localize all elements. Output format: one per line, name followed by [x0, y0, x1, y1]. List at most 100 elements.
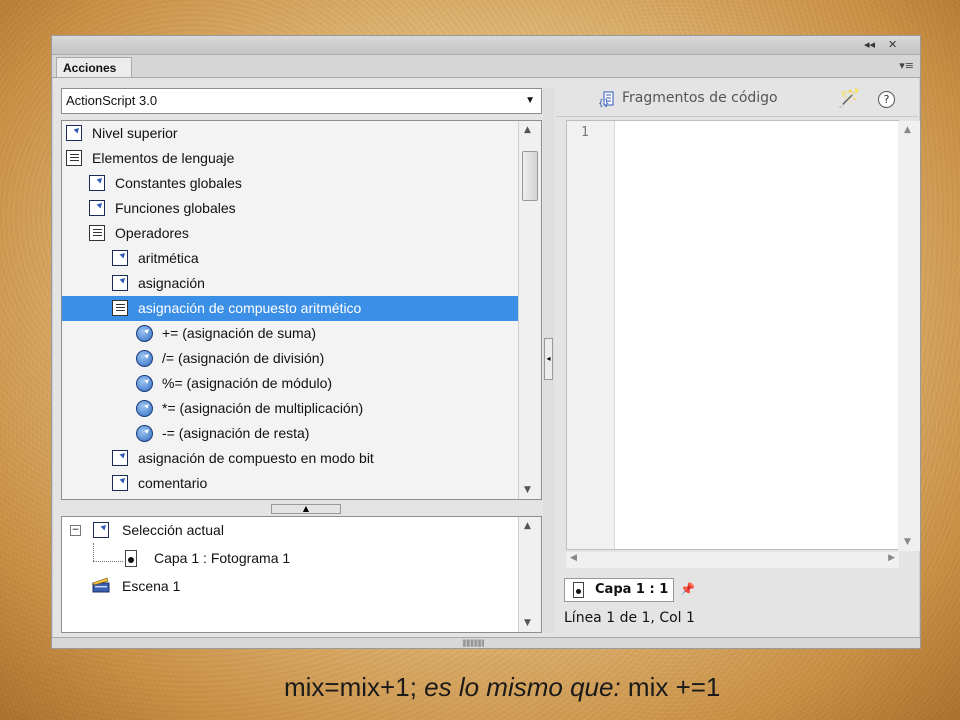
link-icon	[112, 275, 128, 291]
current-selection-label[interactable]: Selección actual	[122, 522, 224, 538]
caption-equivalence: es lo mismo que:	[424, 672, 621, 702]
panel-tab-row: Acciones ▾≡	[52, 55, 920, 78]
scene-label[interactable]: Escena 1	[122, 578, 180, 594]
actions-tree: comentario asignación de compuesto en mod…	[61, 120, 542, 500]
scroll-down-icon[interactable]: ▼	[524, 485, 531, 495]
language-select-value: ActionScript 3.0	[66, 93, 158, 108]
link-icon	[112, 475, 128, 491]
help-icon[interactable]: ?	[878, 91, 895, 108]
panel-resize-grip[interactable]: ||||||||||||||||	[52, 637, 920, 648]
scroll-left-icon[interactable]: ◀	[570, 553, 577, 563]
tree-item-label: Funciones globales	[115, 200, 236, 216]
link-icon	[89, 200, 105, 216]
tree-scrollbar[interactable]: ▲ ▼	[518, 121, 541, 499]
tree-item-label: -= (asignación de resta)	[162, 425, 310, 441]
tree-connector	[93, 543, 94, 561]
cursor-status: Línea 1 de 1, Col 1	[564, 610, 695, 626]
scene-clapper-icon	[92, 577, 110, 593]
tree-item[interactable]: *= (asignación de multiplicación)	[62, 396, 518, 421]
tree-item-label: Operadores	[115, 225, 189, 241]
tree-item-label: comentario	[138, 475, 208, 491]
collapse-icon[interactable]: ◂◂	[864, 38, 875, 52]
code-snippets-icon[interactable]: {}	[598, 91, 616, 109]
actions-toolbox: ActionScript 3.0 ▼ comentario asignación …	[61, 88, 542, 633]
tree-item[interactable]: aritmética	[62, 246, 518, 271]
pane-splitter-handle[interactable]: ▲	[271, 504, 341, 514]
book-icon	[112, 300, 128, 316]
language-select[interactable]: ActionScript 3.0 ▼	[61, 88, 542, 114]
dropdown-arrow-icon[interactable]: ▼	[525, 89, 535, 113]
script-status-area: Capa 1 : 1 📌 Línea 1 de 1, Col 1	[556, 574, 918, 633]
tree-item-label: %= (asignación de módulo)	[162, 375, 333, 391]
script-toolbar: {} Fragmentos de código 🪄 ?	[556, 82, 918, 117]
collapse-minus-icon[interactable]: −	[70, 525, 81, 536]
operator-icon	[136, 425, 153, 442]
link-icon	[112, 250, 128, 266]
actions-panel: ◂◂ ✕ Acciones ▾≡ ActionScript 3.0 ▼ come…	[51, 35, 921, 649]
operator-icon	[136, 375, 153, 392]
tree-item[interactable]: asignación	[62, 271, 518, 296]
line-number-gutter: 1	[567, 121, 615, 549]
collapse-toolbox-handle[interactable]: ◂	[544, 338, 553, 380]
code-tab-capa1[interactable]: Capa 1 : 1	[564, 578, 674, 602]
code-tab-label: Capa 1 : 1	[595, 582, 669, 597]
keyframe-icon	[573, 582, 584, 598]
line-number: 1	[581, 125, 589, 140]
keyframe-icon	[125, 550, 137, 567]
script-navigator: − Selección actual Capa 1 : Fotograma 1 …	[61, 516, 542, 633]
navigator-scrollbar[interactable]: ▲ ▼	[518, 517, 541, 632]
link-icon	[66, 125, 82, 141]
frame-label[interactable]: Capa 1 : Fotograma 1	[154, 550, 290, 566]
close-icon[interactable]: ✕	[888, 38, 897, 52]
svg-text:{}: {}	[598, 99, 609, 109]
tab-acciones[interactable]: Acciones	[56, 57, 132, 77]
book-icon	[66, 150, 82, 166]
scroll-up-icon[interactable]: ▲	[904, 125, 911, 135]
tree-item[interactable]: Operadores	[62, 221, 518, 246]
script-pane: {} Fragmentos de código 🪄 ? 1 ▲ ▼ ◀ ▶ Ca…	[556, 82, 920, 633]
tree-item[interactable]: asignación de compuesto aritmético	[62, 296, 518, 321]
tree-item-label: Elementos de lenguaje	[92, 150, 235, 166]
tree-item-label: *= (asignación de multiplicación)	[162, 400, 364, 416]
pin-script-icon[interactable]: 📌	[680, 582, 695, 596]
editor-horizontal-scrollbar[interactable]: ◀ ▶	[566, 552, 899, 568]
tree-item[interactable]: comentario	[62, 471, 518, 496]
tree-item[interactable]: Constantes globales	[62, 171, 518, 196]
tree-item-label: asignación de compuesto aritmético	[138, 300, 362, 316]
tree-item[interactable]: %= (asignación de módulo)	[62, 371, 518, 396]
scroll-thumb[interactable]	[522, 151, 538, 201]
tree-item[interactable]: asignación de compuesto en modo bit	[62, 446, 518, 471]
tree-item-label: /= (asignación de división)	[162, 350, 325, 366]
tree-item-label: asignación de compuesto en modo bit	[138, 450, 374, 466]
scroll-down-icon[interactable]: ▼	[904, 537, 911, 547]
tree-item[interactable]: Elementos de lenguaje	[62, 146, 518, 171]
slide-caption: mix=mix+1; es lo mismo que: mix +=1	[284, 672, 720, 703]
caption-code-2: mix +=1	[620, 672, 721, 702]
tree-item-label: aritmética	[138, 250, 199, 266]
tree-item[interactable]: += (asignación de suma)	[62, 321, 518, 346]
panel-title-bar[interactable]: ◂◂ ✕	[52, 36, 920, 55]
scroll-right-icon[interactable]: ▶	[888, 553, 895, 563]
scroll-down-icon[interactable]: ▼	[524, 618, 531, 628]
magic-wand-icon[interactable]: 🪄	[838, 88, 860, 109]
scroll-up-icon[interactable]: ▲	[524, 125, 531, 135]
scroll-up-icon[interactable]: ▲	[524, 521, 531, 531]
panel-menu-icon[interactable]: ▾≡	[899, 59, 914, 72]
tree-item[interactable]: Nivel superior	[62, 121, 518, 146]
tree-item[interactable]: Funciones globales	[62, 196, 518, 221]
code-snippets-button[interactable]: Fragmentos de código	[622, 90, 778, 106]
operator-icon	[136, 350, 153, 367]
editor-scrollbar[interactable]: ▲ ▼	[898, 121, 920, 551]
tree-item[interactable]: /= (asignación de división)	[62, 346, 518, 371]
caption-code-1: mix=mix+1;	[284, 672, 425, 702]
tree-item-label: asignación	[138, 275, 205, 291]
tree-connector-h	[93, 561, 123, 562]
code-editor[interactable]: 1 ▲ ▼	[566, 120, 920, 551]
tree-item-label: += (asignación de suma)	[162, 325, 317, 341]
tree-item-label: Nivel superior	[92, 125, 178, 141]
link-icon	[112, 450, 128, 466]
selection-icon	[93, 522, 109, 538]
panel-divider[interactable]: ◂	[543, 88, 554, 633]
tree-item[interactable]: -= (asignación de resta)	[62, 421, 518, 446]
link-icon	[89, 175, 105, 191]
